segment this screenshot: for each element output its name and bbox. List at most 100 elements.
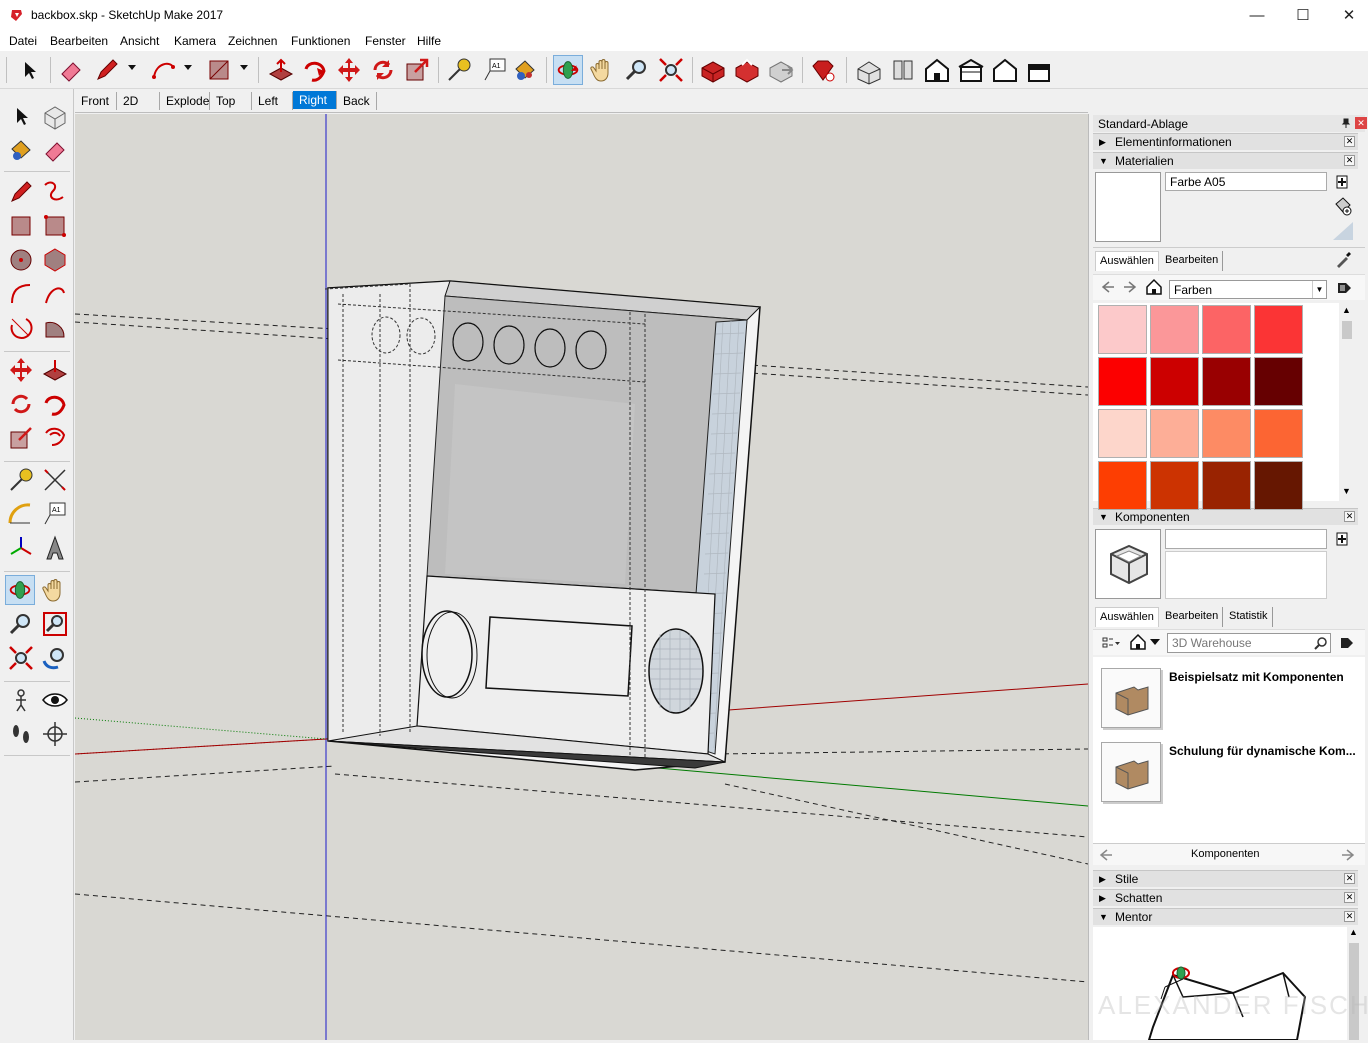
tape-measure-icon[interactable]	[6, 465, 36, 495]
menu-datei[interactable]: Datei	[9, 34, 37, 48]
forward-arrow-icon[interactable]	[1123, 280, 1137, 294]
zoom-tool-icon[interactable]	[6, 609, 36, 639]
color-swatch[interactable]	[1254, 305, 1303, 354]
create-material-icon[interactable]	[1335, 174, 1349, 190]
component-title[interactable]: Beispielsatz mit Komponenten	[1169, 670, 1344, 684]
chevron-down-icon[interactable]	[239, 62, 249, 72]
line-tool-icon[interactable]	[6, 177, 36, 207]
right-view-icon[interactable]	[956, 55, 986, 85]
menu-bearbeiten[interactable]: Bearbeiten	[50, 34, 108, 48]
paint-bucket-icon[interactable]	[510, 55, 540, 85]
left-view-icon[interactable]	[1024, 55, 1054, 85]
panel-materials[interactable]: ▼ Materialien ✕	[1093, 152, 1358, 169]
3d-text-icon[interactable]	[40, 533, 70, 563]
tab-back[interactable]: Back	[337, 92, 377, 110]
scale-tool-icon[interactable]	[6, 423, 36, 453]
rectangle-tool-icon[interactable]	[6, 211, 36, 241]
section-plane-icon[interactable]	[40, 719, 70, 749]
scale-tool-icon[interactable]	[402, 55, 432, 85]
zoom-tool-icon[interactable]	[622, 55, 652, 85]
material-name-field[interactable]: Farbe A05	[1165, 172, 1327, 191]
pin-icon[interactable]	[1341, 118, 1351, 128]
select-tool-icon[interactable]	[14, 55, 44, 85]
tab-top[interactable]: Top	[210, 92, 252, 110]
tab-statistics[interactable]: Statistik	[1225, 607, 1273, 627]
color-swatch[interactable]	[1202, 461, 1251, 510]
color-swatch[interactable]	[1202, 305, 1251, 354]
tab-right[interactable]: Right	[293, 91, 337, 109]
back-arrow-icon[interactable]	[1099, 848, 1113, 862]
arc-tool-icon[interactable]	[6, 279, 36, 309]
freehand-tool-icon[interactable]	[40, 177, 70, 207]
back-view-icon[interactable]	[990, 55, 1020, 85]
front-view-icon[interactable]	[922, 55, 952, 85]
tab-select[interactable]: Auswählen	[1095, 251, 1159, 271]
component-title[interactable]: Schulung für dynamische Kom...	[1169, 744, 1356, 758]
home-icon[interactable]	[1129, 633, 1147, 651]
swatch-scrollbar[interactable]: ▲ ▼	[1339, 303, 1355, 501]
tab-2d[interactable]: 2D	[117, 92, 160, 110]
list-item[interactable]: Schulung für dynamische Kom...	[1093, 736, 1361, 808]
close-icon[interactable]: ✕	[1344, 911, 1355, 922]
model-canvas[interactable]	[75, 114, 1088, 1040]
back-arrow-icon[interactable]	[1101, 280, 1115, 294]
orbit-tool-icon[interactable]	[553, 55, 583, 85]
chevron-down-icon[interactable]	[127, 62, 137, 72]
text-tool-icon[interactable]: A1	[40, 499, 70, 529]
menu-ansicht[interactable]: Ansicht	[120, 34, 159, 48]
close-icon[interactable]: ✕	[1344, 155, 1355, 166]
tab-front[interactable]: Front	[75, 92, 117, 110]
list-item[interactable]: Beispielsatz mit Komponenten	[1093, 662, 1361, 734]
protractor-icon[interactable]	[6, 499, 36, 529]
close-icon[interactable]: ✕	[1344, 511, 1355, 522]
search-icon[interactable]	[1314, 636, 1328, 650]
rotated-rectangle-icon[interactable]	[40, 211, 70, 241]
details-arrow-icon[interactable]	[1335, 279, 1353, 297]
mentor-scrollbar[interactable]: ▲	[1347, 927, 1361, 1040]
iso-view-icon[interactable]	[854, 55, 884, 85]
pan-tool-icon[interactable]	[588, 55, 618, 85]
select-tool-icon[interactable]	[6, 101, 36, 131]
view-options-icon[interactable]	[1101, 635, 1121, 651]
panel-styles[interactable]: ▶ Stile ✕	[1093, 870, 1358, 887]
forward-arrow-icon[interactable]	[1341, 848, 1355, 862]
component-description-field[interactable]	[1165, 551, 1327, 599]
rotate-tool-icon[interactable]	[368, 55, 398, 85]
eraser-tool-icon[interactable]	[56, 55, 86, 85]
arc-tool-icon[interactable]	[148, 55, 178, 85]
menu-zeichnen[interactable]: Zeichnen	[228, 34, 277, 48]
top-view-icon[interactable]	[888, 55, 918, 85]
dimension-tool-icon[interactable]	[40, 465, 70, 495]
create-component-icon[interactable]	[1335, 531, 1349, 547]
panel-components[interactable]: ▼ Komponenten ✕	[1093, 508, 1358, 525]
close-icon[interactable]: ✕	[1344, 892, 1355, 903]
close-tray-button[interactable]: ✕	[1355, 117, 1367, 129]
zoom-extents-icon[interactable]	[6, 643, 36, 673]
tab-left[interactable]: Left	[252, 92, 293, 110]
sample-paint-icon[interactable]	[1331, 220, 1355, 242]
tab-select[interactable]: Auswählen	[1095, 607, 1159, 627]
color-swatch[interactable]	[1150, 461, 1199, 510]
close-icon[interactable]: ✕	[1344, 136, 1355, 147]
chevron-down-icon[interactable]	[183, 62, 193, 72]
panel-mentor[interactable]: ▼ Mentor ✕	[1093, 908, 1358, 925]
follow-me-tool-icon[interactable]	[40, 389, 70, 419]
pencil-tool-icon[interactable]	[92, 55, 122, 85]
tape-measure-icon[interactable]	[444, 55, 474, 85]
close-icon[interactable]: ✕	[1344, 873, 1355, 884]
color-swatch[interactable]	[1254, 409, 1303, 458]
follow-me-tool-icon[interactable]	[300, 55, 330, 85]
share-model-icon[interactable]	[732, 55, 762, 85]
color-swatch[interactable]	[1098, 461, 1147, 510]
zoom-window-icon[interactable]	[40, 609, 70, 639]
polygon-tool-icon[interactable]	[40, 245, 70, 275]
eraser-tool-icon[interactable]	[40, 135, 70, 165]
maximize-button[interactable]: ☐	[1280, 0, 1326, 31]
push-pull-tool-icon[interactable]	[40, 355, 70, 385]
color-swatch[interactable]	[1150, 305, 1199, 354]
component-name-field[interactable]	[1165, 529, 1327, 549]
move-tool-icon[interactable]	[6, 355, 36, 385]
position-camera-icon[interactable]	[6, 685, 36, 715]
drawing-viewport[interactable]	[75, 114, 1088, 1040]
rotate-tool-icon[interactable]	[6, 389, 36, 419]
